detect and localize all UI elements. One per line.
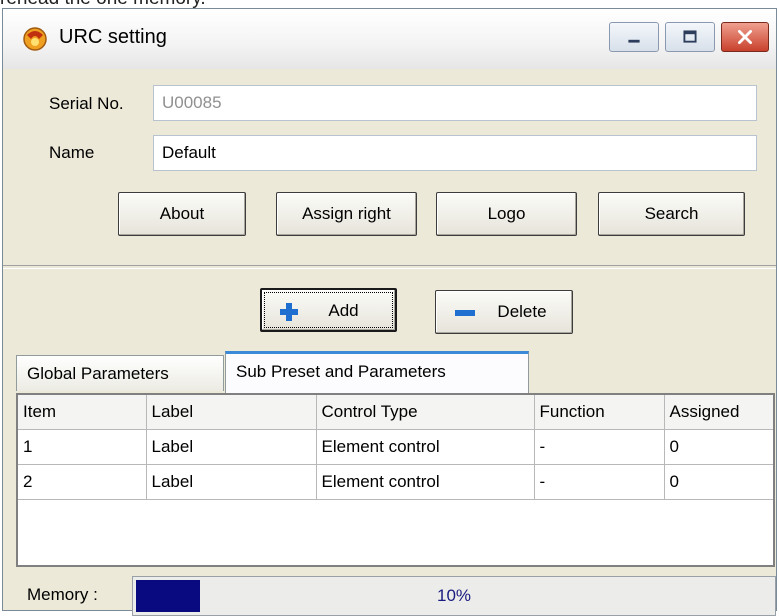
add-button[interactable]: Add	[260, 288, 397, 332]
name-label: Name	[49, 143, 95, 162]
assign-right-button[interactable]: Assign right	[276, 192, 417, 236]
memory-percent-text: 10%	[436, 586, 472, 605]
minimize-button[interactable]	[609, 22, 659, 52]
section-divider	[3, 265, 776, 269]
table-header-row: Item Label Control Type Function Assigne…	[18, 395, 773, 430]
maximize-icon	[683, 30, 697, 43]
close-icon	[738, 30, 752, 44]
window-title: URC setting	[59, 26, 167, 48]
cell-item: 1	[18, 429, 147, 465]
logo-button[interactable]: Logo	[436, 192, 577, 236]
table-row[interactable]: 1 Label Element control - 0	[18, 429, 773, 465]
cell-label: Label	[146, 429, 317, 465]
maximize-button[interactable]	[665, 22, 715, 52]
sub-preset-table: Item Label Control Type Function Assigne…	[18, 395, 773, 500]
sub-preset-panel: Item Label Control Type Function Assigne…	[16, 393, 775, 567]
close-button[interactable]	[721, 22, 769, 52]
serial-no-field[interactable]: U00085	[153, 85, 757, 121]
cell-control-type: Element control	[316, 429, 535, 465]
cell-function: -	[534, 429, 665, 465]
delete-button-label: Delete	[497, 302, 547, 321]
cell-assigned: 0	[664, 429, 773, 465]
minus-icon	[455, 310, 475, 316]
cell-assigned: 0	[664, 464, 773, 500]
memory-progress-bar: 10%	[132, 576, 776, 616]
column-header-label[interactable]: Label	[146, 395, 317, 430]
name-field[interactable]: Default	[153, 135, 757, 171]
column-header-control-type[interactable]: Control Type	[316, 395, 535, 430]
serial-no-label: Serial No.	[49, 94, 124, 113]
tab-sub-preset-and-parameters[interactable]: Sub Preset and Parameters	[225, 351, 529, 393]
add-button-label: Add	[328, 301, 359, 320]
search-button[interactable]: Search	[598, 192, 745, 236]
memory-label: Memory :	[27, 585, 98, 604]
cell-function: -	[534, 464, 665, 500]
title-bar: URC setting	[3, 9, 776, 69]
tab-global-parameters[interactable]: Global Parameters	[16, 355, 224, 391]
cell-item: 2	[18, 464, 147, 500]
delete-button[interactable]: Delete	[435, 290, 573, 334]
cell-label: Label	[146, 464, 317, 500]
cell-control-type: Element control	[316, 464, 535, 500]
urc-setting-window: URC setting Serial No. U00085 Name Defau…	[2, 8, 777, 616]
plus-icon	[280, 303, 298, 321]
table-row[interactable]: 2 Label Element control - 0	[18, 464, 773, 500]
urc-app-icon	[23, 27, 47, 51]
about-button[interactable]: About	[118, 192, 246, 236]
minimize-icon	[628, 39, 640, 43]
column-header-assigned[interactable]: Assigned	[664, 395, 773, 430]
overlapping-caption-text: rehead the one memory.	[0, 0, 300, 8]
column-header-item[interactable]: Item	[18, 395, 147, 430]
column-header-function[interactable]: Function	[534, 395, 665, 430]
